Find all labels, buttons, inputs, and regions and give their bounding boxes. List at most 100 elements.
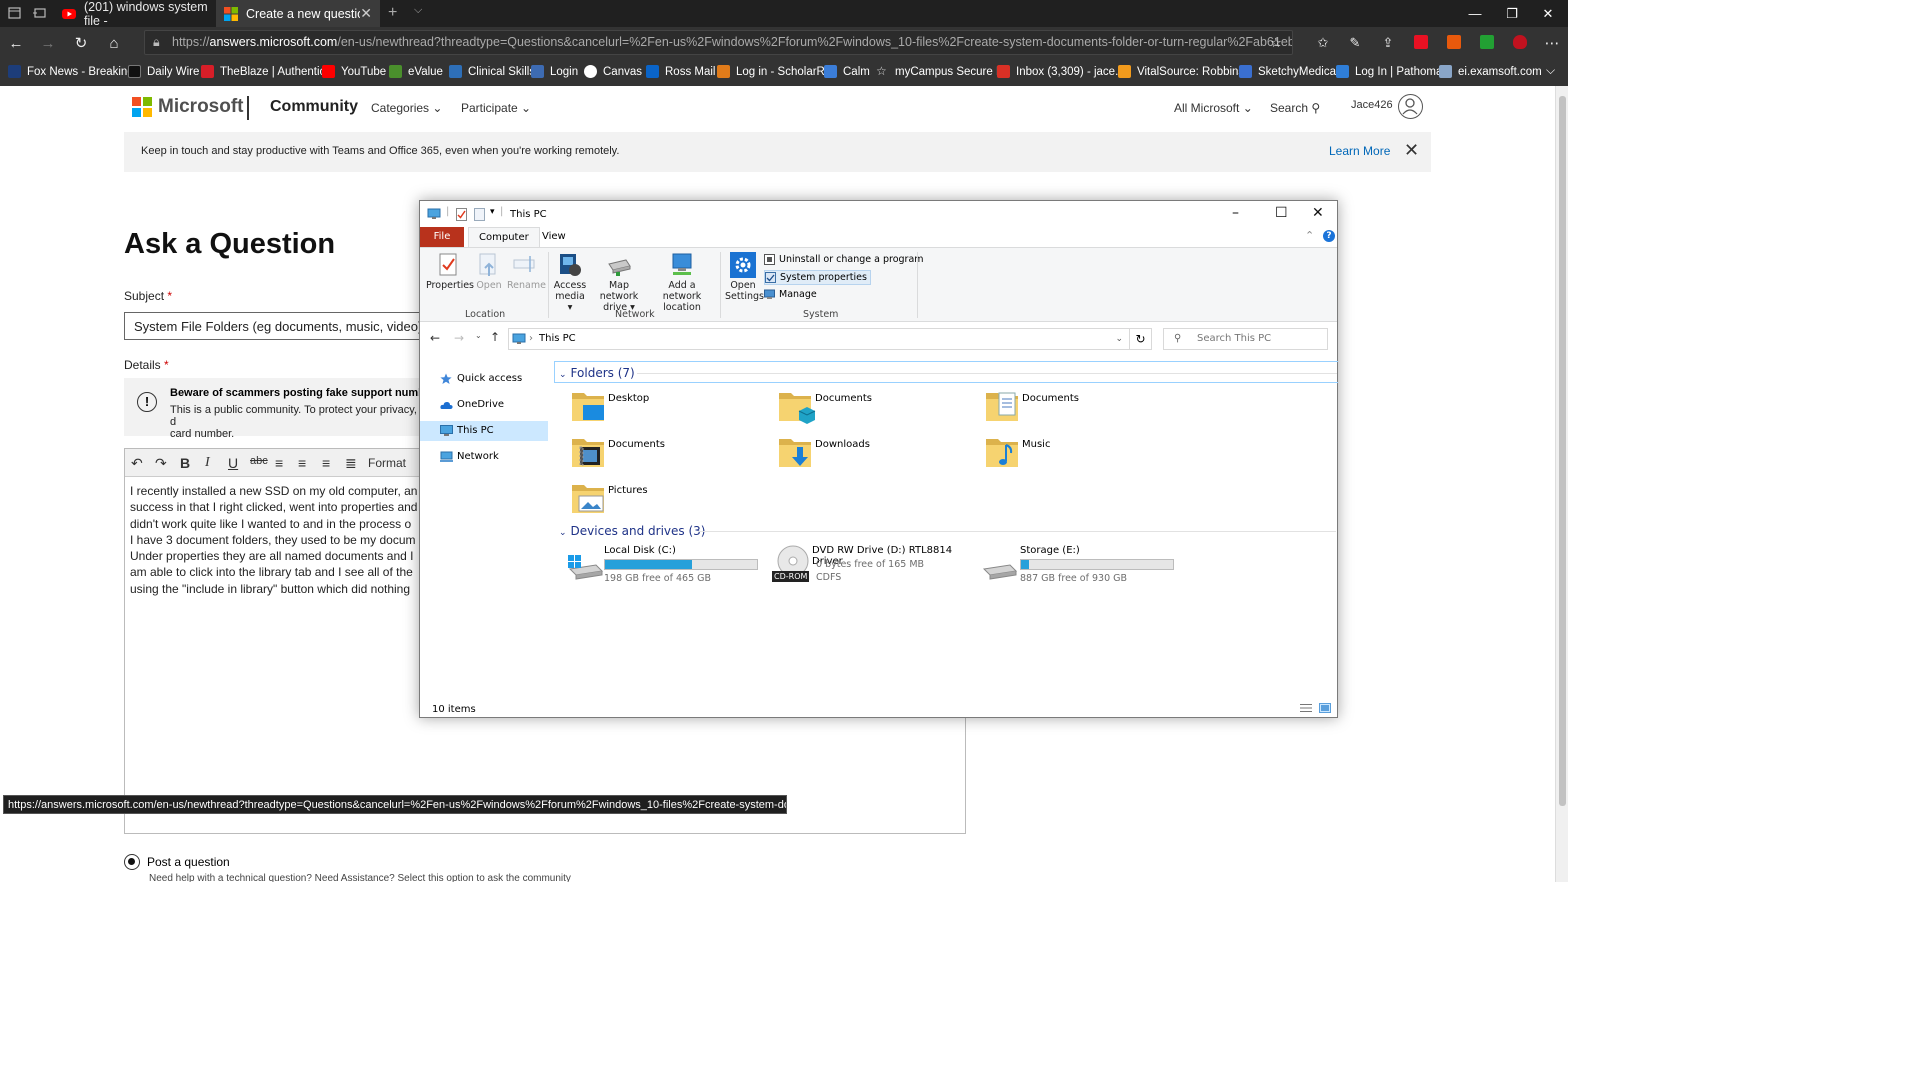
folders-group-header[interactable]: ⌄ Folders (7) [554,361,1338,383]
folder-documents-2[interactable]: Documents [984,387,1184,431]
undo-icon[interactable]: ↶ [131,455,143,472]
format-dropdown[interactable]: Format [368,456,406,470]
explorer-address-bar[interactable]: › This PC ⌄ [508,328,1130,350]
fav-mycampus[interactable]: ☆ myCampus Secure Lc [876,65,1008,78]
system-properties-button[interactable]: System properties [764,270,871,285]
microsoft-logo[interactable] [132,97,152,117]
fav-ross-mail[interactable]: Ross Mail [646,65,715,78]
folder-music[interactable]: Music [984,433,1184,477]
drive-dvd-d[interactable]: CD-ROM DVD RW Drive (D:) RTL8814 Driver … [772,545,974,589]
post-question-label[interactable]: Post a question [147,855,230,869]
fav-clinical-skills[interactable]: Clinical Skills [449,65,535,78]
back-icon[interactable]: ← [430,331,440,345]
favorite-star-icon[interactable]: ☆ [1266,33,1286,53]
justify-icon[interactable]: ≣ [345,455,357,472]
fav-evalue[interactable]: eValue [389,65,443,78]
fav-theblaze[interactable]: TheBlaze | Authentic. [201,65,328,78]
minimize-icon[interactable]: ― [1455,0,1495,27]
fav-login[interactable]: Login [531,65,578,78]
fav-youtube[interactable]: YouTube [322,65,386,78]
share-icon[interactable]: ⇪ [1378,33,1398,53]
nav-network[interactable]: Network [420,447,548,467]
help-icon[interactable]: ? [1323,230,1335,242]
tab-computer[interactable]: Computer [468,227,540,247]
forward-icon[interactable]: → [38,33,58,53]
scrollbar-thumb[interactable] [1559,96,1566,806]
customize-qat-icon[interactable]: ▾ [490,207,495,217]
page-scrollbar[interactable] [1555,86,1568,882]
strikethrough-icon[interactable]: abc [250,455,268,467]
open-button[interactable]: Open [475,252,503,291]
explorer-search-input[interactable]: ⚲ Search This PC [1163,328,1328,350]
folder-downloads[interactable]: Downloads [777,433,977,477]
fav-inbox[interactable]: Inbox (3,309) - jace.g [997,65,1125,78]
favorites-icon[interactable]: ✩ [1313,33,1333,53]
post-question-radio[interactable] [124,854,140,870]
maximize-icon[interactable]: ☐ [1275,205,1288,221]
manage-button[interactable]: Manage [764,289,817,300]
map-network-drive-button[interactable]: Map network drive ▾ [590,252,648,313]
home-icon[interactable]: ⌂ [104,33,124,53]
up-icon[interactable]: ↑ [490,330,500,344]
rename-button[interactable]: Rename [507,252,546,291]
restore-icon[interactable]: ❐ [1492,0,1532,27]
close-icon[interactable]: ✕ [1312,205,1324,221]
breadcrumb-chevron-icon[interactable]: › [529,329,533,349]
forward-icon[interactable]: → [454,331,464,345]
access-media-button[interactable]: Access media ▾ [553,252,587,313]
details-view-icon[interactable] [1300,703,1312,713]
more-menu-icon[interactable]: ⋯ [1542,33,1562,53]
fav-fox-news[interactable]: Fox News - Breaking [8,65,134,78]
folder-pictures[interactable]: Pictures [570,479,770,523]
extension-shield-icon[interactable] [1513,35,1527,49]
align-center-icon[interactable]: ≡ [298,455,306,471]
participate-menu[interactable]: Participate ⌄ [461,101,531,115]
minimize-icon[interactable]: – [1232,205,1239,221]
back-icon[interactable]: ← [6,33,26,53]
add-network-location-button[interactable]: Add a network location [650,252,714,313]
fav-vitalsource[interactable]: VitalSource: Robbins [1118,65,1244,78]
large-icons-view-icon[interactable] [1319,703,1331,713]
site-search-button[interactable]: Search ⚲ [1270,101,1320,115]
folder-desktop[interactable]: Desktop [570,387,770,431]
favorites-overflow-chevron-icon[interactable]: ⌵ [1546,63,1555,78]
refresh-icon[interactable]: ↻ [71,33,91,53]
close-window-icon[interactable]: ✕ [1528,0,1568,27]
explorer-refresh-icon[interactable]: ↻ [1130,328,1152,350]
new-tab-icon[interactable]: + [388,4,402,21]
fav-canvas[interactable]: Canvas [584,65,642,78]
extension-office-icon[interactable] [1447,35,1461,49]
tab-create-question[interactable]: Create a new question o ✕ [216,0,380,27]
fav-calm[interactable]: Calm [824,65,870,78]
drive-storage-e[interactable]: Storage (E:) 887 GB free of 930 GB [982,545,1182,589]
address-dropdown-icon[interactable]: ⌄ [1115,329,1123,349]
nav-quick-access[interactable]: Quick access [420,369,548,389]
tab-actions-icon[interactable] [8,6,22,20]
uninstall-program-button[interactable]: Uninstall or change a program [764,254,924,265]
community-link[interactable]: Community [270,98,358,116]
fav-sketchy[interactable]: SketchyMedical [1239,65,1339,78]
align-right-icon[interactable]: ≡ [322,455,330,471]
tab-preview-chevron-icon[interactable]: ⌵ [414,4,428,18]
fav-scholarrx[interactable]: Log in - ScholarRx [717,65,831,78]
tab-file[interactable]: File [420,227,464,247]
extension-check-icon[interactable] [1480,35,1494,49]
drives-group-header[interactable]: ⌄ Devices and drives (3) [554,520,1338,542]
properties-quick-icon[interactable] [456,208,467,224]
user-name[interactable]: Jace426 [1351,99,1393,111]
align-left-icon[interactable]: ≡ [275,455,283,471]
folder-documents-1[interactable]: Documents [777,387,977,431]
all-microsoft-menu[interactable]: All Microsoft ⌄ [1174,101,1253,115]
redo-icon[interactable]: ↷ [155,455,167,472]
italic-icon[interactable]: I [205,455,210,471]
fav-pathoma[interactable]: Log In | Pathoma [1336,65,1442,78]
extension-red-icon[interactable] [1414,35,1428,49]
fav-daily-wire[interactable]: Daily Wire [128,65,199,78]
fav-examsoft[interactable]: ei.examsoft.com [1439,65,1542,78]
learn-more-link[interactable]: Learn More [1329,144,1390,158]
bold-icon[interactable]: B [180,455,190,471]
tab-view[interactable]: View [532,227,576,247]
underline-icon[interactable]: U [228,455,238,471]
nav-onedrive[interactable]: OneDrive [420,395,548,415]
tab-youtube[interactable]: (201) windows system file - [54,0,216,28]
